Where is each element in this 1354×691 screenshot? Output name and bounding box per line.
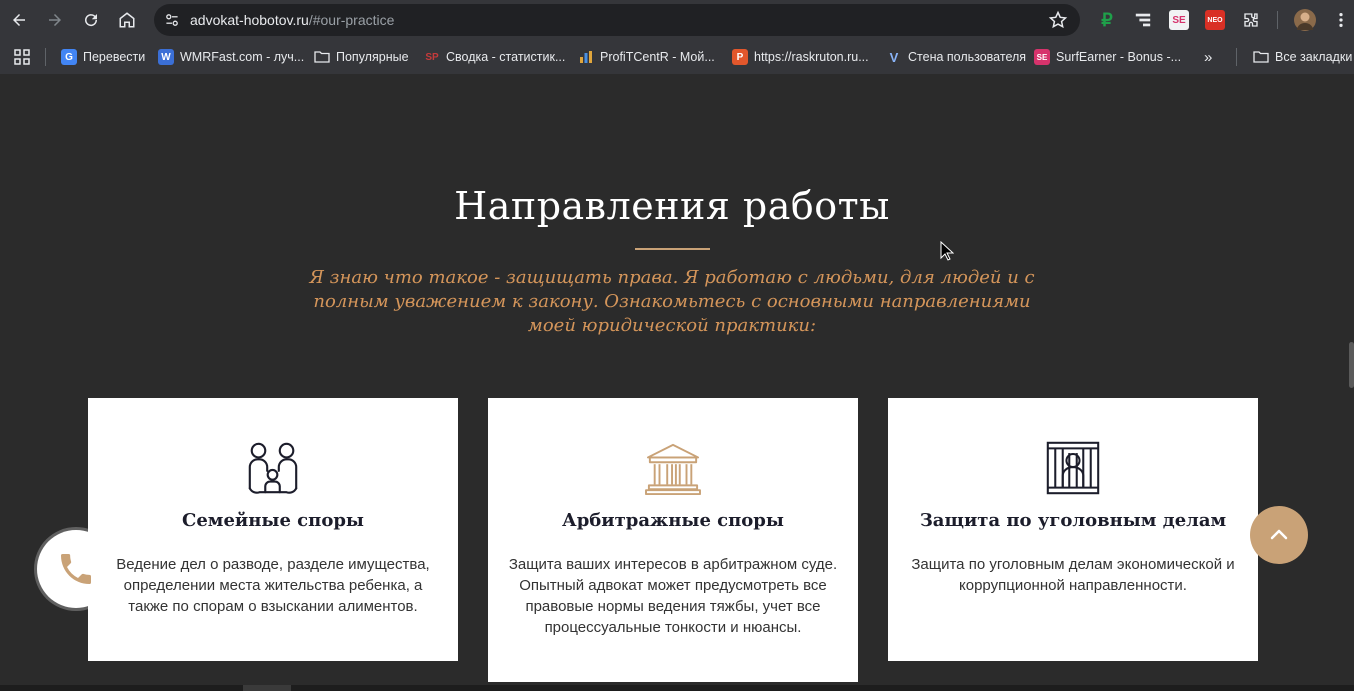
page-scrollbar-thumb[interactable]	[1349, 342, 1354, 388]
bookmark-star-icon[interactable]	[1048, 10, 1068, 30]
apps-grid-icon	[14, 49, 30, 65]
home-icon	[119, 12, 135, 28]
site-info-icon[interactable]	[162, 10, 182, 30]
bookmark-label: Популярные	[336, 50, 409, 64]
card-title: Арбитражные споры	[562, 510, 784, 531]
more-bookmarks-chevron-icon[interactable]: »	[1204, 48, 1212, 66]
reload-button[interactable]	[77, 6, 105, 34]
bookmark-label: Стена пользователя	[908, 50, 1027, 64]
folder-icon	[1253, 51, 1269, 63]
bookmark-label: SurfEarner - Bonus -...	[1056, 50, 1182, 64]
back-button[interactable]	[5, 6, 33, 34]
card-text: Ведение дел о разводе, разделе имущества…	[116, 556, 430, 615]
arrow-right-icon	[49, 14, 61, 26]
ruble-extension-icon[interactable]: ₽	[1097, 10, 1117, 30]
url-text: advokat-hobotov.ru/#our-practice	[190, 12, 394, 28]
bookmark-label: WMRFast.com - луч...	[180, 50, 305, 64]
bookmark-item[interactable]: SP Сводка - статистик...	[424, 48, 565, 66]
arrow-left-icon	[13, 14, 25, 26]
list-extension-icon[interactable]	[1133, 10, 1153, 30]
forward-button[interactable]	[41, 6, 69, 34]
card-title: Семейные споры	[182, 510, 364, 531]
raskruton-icon: P	[732, 49, 748, 65]
bookmark-folder[interactable]: Популярные	[314, 48, 409, 66]
google-translate-icon: G	[61, 49, 77, 65]
practice-card-criminal[interactable]: Защита по уголовным делам Защита по угол…	[888, 398, 1258, 661]
section-title: Направления работы	[454, 184, 890, 228]
practice-card-family[interactable]: Семейные споры Ведение дел о разводе, ра…	[88, 398, 458, 661]
home-button[interactable]	[113, 6, 141, 34]
apps-button[interactable]	[14, 48, 30, 66]
card-text: Защита ваших интересов в арбитражном суд…	[508, 556, 838, 636]
browser-toolbar: advokat-hobotov.ru/#our-practice ₽ SE NE…	[0, 0, 1354, 40]
profile-avatar-icon[interactable]	[1294, 9, 1316, 31]
practice-card-arbitration[interactable]: Арбитражные споры Защита ваших интересов…	[488, 398, 858, 682]
page-content: Направления работы Я знаю что такое - за…	[0, 74, 1354, 685]
bookmark-label: Перевести	[83, 50, 146, 64]
courthouse-icon	[488, 442, 858, 498]
bookmark-label: Сводка - статистик...	[446, 50, 566, 64]
surfearner-extension-icon[interactable]: SE	[1169, 10, 1189, 30]
bookmark-item[interactable]: W WMRFast.com - луч...	[158, 48, 304, 66]
card-title: Защита по уголовным делам	[919, 510, 1227, 531]
extensions-puzzle-icon[interactable]	[1241, 10, 1261, 30]
title-divider	[635, 248, 710, 250]
scroll-to-top-button[interactable]	[1250, 506, 1308, 564]
all-bookmarks-label: Все закладки	[1275, 50, 1353, 64]
phone-icon	[61, 554, 91, 584]
all-bookmarks-folder[interactable]: Все закладки	[1253, 48, 1352, 66]
call-button[interactable]	[37, 530, 115, 608]
bottom-strip	[0, 685, 1354, 691]
prison-bars-icon	[888, 440, 1258, 496]
surfearner-icon: SE	[1034, 49, 1050, 65]
url-host: advokat-hobotov.ru	[190, 12, 309, 28]
sp-icon: SP	[425, 51, 439, 63]
reload-icon	[85, 14, 98, 27]
lead-text: Я знаю что такое - защищать права. Я раб…	[309, 267, 1035, 336]
chart-icon	[578, 49, 594, 65]
bookmark-item[interactable]: ProfiTCentR - Мой...	[578, 48, 715, 66]
bookmark-item[interactable]: SE SurfEarner - Bonus -...	[1034, 48, 1181, 66]
folder-icon	[314, 51, 330, 63]
url-path: /#our-practice	[308, 12, 395, 28]
bookmark-item[interactable]: V Стена пользователя	[886, 48, 1026, 66]
neo-extension-icon[interactable]: NEO	[1205, 10, 1225, 30]
v-icon: V	[889, 49, 899, 65]
bookmark-label: ProfiTCentR - Мой...	[600, 50, 715, 64]
bookmark-item[interactable]: G Перевести	[61, 48, 145, 66]
card-text: Защита по уголовным делам экономической …	[911, 556, 1235, 594]
address-bar[interactable]: advokat-hobotov.ru/#our-practice	[154, 4, 1080, 36]
bookmark-item[interactable]: P https://raskruton.ru...	[732, 48, 869, 66]
bookmark-label: https://raskruton.ru...	[754, 50, 869, 64]
menu-kebab-icon[interactable]	[1331, 10, 1351, 30]
mouse-cursor-icon	[940, 241, 954, 261]
wmrfast-icon: W	[158, 49, 174, 65]
family-icon	[88, 440, 458, 496]
bookmarks-bar: G Перевести W WMRFast.com - луч... Попул…	[0, 40, 1354, 74]
chevron-up-icon	[1270, 529, 1288, 540]
